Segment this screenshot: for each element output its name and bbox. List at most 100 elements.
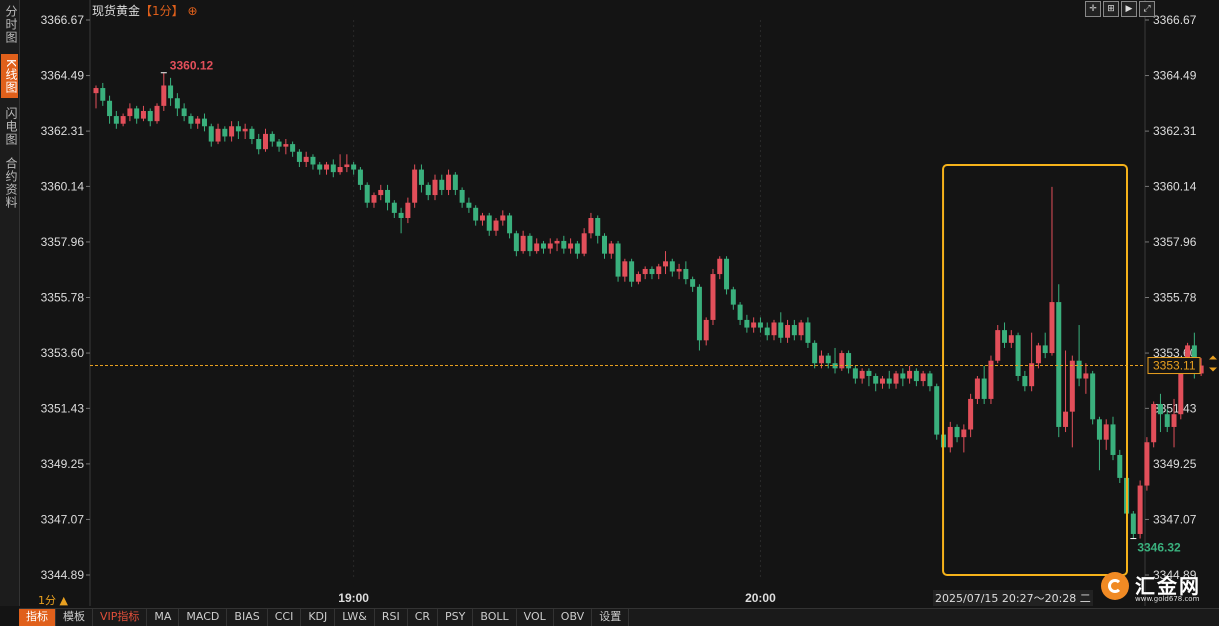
candle-body	[188, 116, 194, 124]
indicator-tab[interactable]: CR	[408, 609, 439, 626]
candle-body	[120, 116, 126, 124]
indicator-tab[interactable]: MACD	[179, 609, 228, 626]
crosshair-icon[interactable]: ✛	[1085, 1, 1101, 17]
candle-body	[1110, 424, 1116, 455]
candle-body	[222, 128, 228, 137]
candle-body	[866, 370, 872, 376]
candlestick-chart[interactable]: 3366.67 3364.49 3362.31 3360.14 3357.96 3355.…	[0, 0, 1219, 606]
y-tick-label: 3353.60	[41, 346, 85, 360]
brand-logo: 汇金网 www.gold678.com	[1099, 568, 1219, 608]
candle-body	[818, 355, 824, 364]
candle-body	[839, 353, 845, 369]
candle-body	[1083, 373, 1089, 379]
candle-body	[249, 128, 255, 140]
candle-body	[269, 133, 275, 142]
candle-body	[812, 342, 818, 364]
candle-body	[730, 289, 736, 305]
candle-body	[852, 368, 858, 379]
indicator-tab[interactable]: KDJ	[301, 609, 336, 626]
candle-body	[669, 261, 675, 272]
candle-body	[378, 189, 384, 196]
candle-body	[134, 108, 140, 119]
candle-body	[534, 243, 540, 252]
candle-body	[737, 304, 743, 320]
play-icon[interactable]: ▶	[1121, 1, 1137, 17]
candle-body	[588, 217, 594, 234]
y-tick-label: 3344.89	[41, 568, 85, 582]
candle-body	[520, 235, 526, 252]
fit-icon[interactable]: ⤢	[1139, 1, 1155, 17]
candle-body	[263, 133, 268, 150]
chart-toolbar: ✛ ⊞ ▶ ⤢	[1085, 1, 1155, 17]
candle-body	[168, 85, 174, 99]
y-tick-label: 3349.25	[1153, 457, 1197, 471]
candle-body	[357, 169, 363, 185]
indicator-tab[interactable]: RSI	[375, 609, 408, 626]
y-tick-label: 3364.49	[1153, 69, 1197, 83]
candle-body	[364, 184, 370, 203]
indicator-tab[interactable]: BOLL	[473, 609, 517, 626]
indicator-tab[interactable]: MA	[147, 609, 180, 626]
candle-body	[710, 274, 716, 320]
indicator-bar: 指标 模板 VIP指标 MA MACD BIAS CCI KDJ LW& RSI CR PSY BOLL…	[19, 608, 1219, 626]
candle-body	[547, 243, 553, 249]
candle-body	[859, 370, 865, 379]
period-selector[interactable]: 1分 ▲	[38, 592, 68, 608]
candle-body	[1015, 335, 1021, 376]
candle-body	[290, 144, 296, 152]
candle-body	[473, 207, 479, 221]
candle-body	[981, 378, 987, 399]
indicator-tab[interactable]: CCI	[268, 609, 302, 626]
candle-body	[100, 88, 106, 101]
candle-body	[330, 164, 336, 173]
candle-body	[181, 108, 187, 117]
time-range-label: 2025/07/15 20:27～20:28 二	[933, 590, 1093, 606]
indicator-tab[interactable]: VIP指标	[93, 609, 148, 626]
candle-body	[235, 126, 241, 132]
y-tick-label: 3347.07	[1153, 512, 1197, 526]
candle-body	[371, 195, 377, 203]
y-tick-label: 3351.43	[41, 401, 85, 415]
indicator-tab[interactable]: 设置	[592, 609, 630, 626]
candle-body	[1035, 345, 1041, 364]
candle-body	[608, 243, 614, 254]
add-symbol-icon[interactable]: ⊕	[187, 4, 197, 18]
candle-body	[581, 233, 587, 254]
candle-body	[276, 141, 282, 147]
candle-body	[1029, 363, 1035, 387]
candle-body	[574, 243, 580, 254]
candle-body	[1096, 419, 1102, 440]
candle-body	[296, 151, 302, 162]
indicator-tab[interactable]: VOL	[517, 609, 554, 626]
y-tick-label: 3357.96	[1153, 235, 1197, 249]
current-price-label: 3353.11	[1153, 359, 1196, 373]
candle-body	[1151, 404, 1157, 443]
y-tick-label: 3366.67	[1153, 13, 1197, 27]
indicator-tab[interactable]: PSY	[438, 609, 474, 626]
candle-body	[785, 325, 791, 338]
indicator-tab[interactable]: 模板	[56, 609, 93, 626]
indicator-tab[interactable]: BIAS	[227, 609, 268, 626]
candle-body	[405, 202, 411, 218]
candle-body	[127, 108, 133, 117]
candle-body	[161, 85, 167, 106]
candle-body	[988, 360, 994, 399]
zoom-icon[interactable]: ⊞	[1103, 1, 1119, 17]
candle-body	[351, 164, 357, 170]
period-tag: 【1分】	[140, 4, 184, 18]
candle-body	[1063, 411, 1069, 427]
price-up-arrow-icon	[1209, 355, 1217, 360]
candle-body	[724, 258, 730, 290]
indicator-tab[interactable]: OBV	[554, 609, 593, 626]
candle-body	[1022, 375, 1028, 387]
candle-body	[527, 235, 533, 252]
highlight-box	[942, 164, 1128, 576]
candle-body	[954, 426, 960, 438]
candle-body	[195, 118, 201, 124]
candle-body	[913, 370, 919, 382]
chart-grid	[86, 0, 1149, 606]
candle-body	[486, 215, 492, 231]
candle-body	[846, 353, 852, 369]
indicator-tab[interactable]: 指标	[19, 609, 56, 626]
indicator-tab[interactable]: LW&	[335, 609, 375, 626]
